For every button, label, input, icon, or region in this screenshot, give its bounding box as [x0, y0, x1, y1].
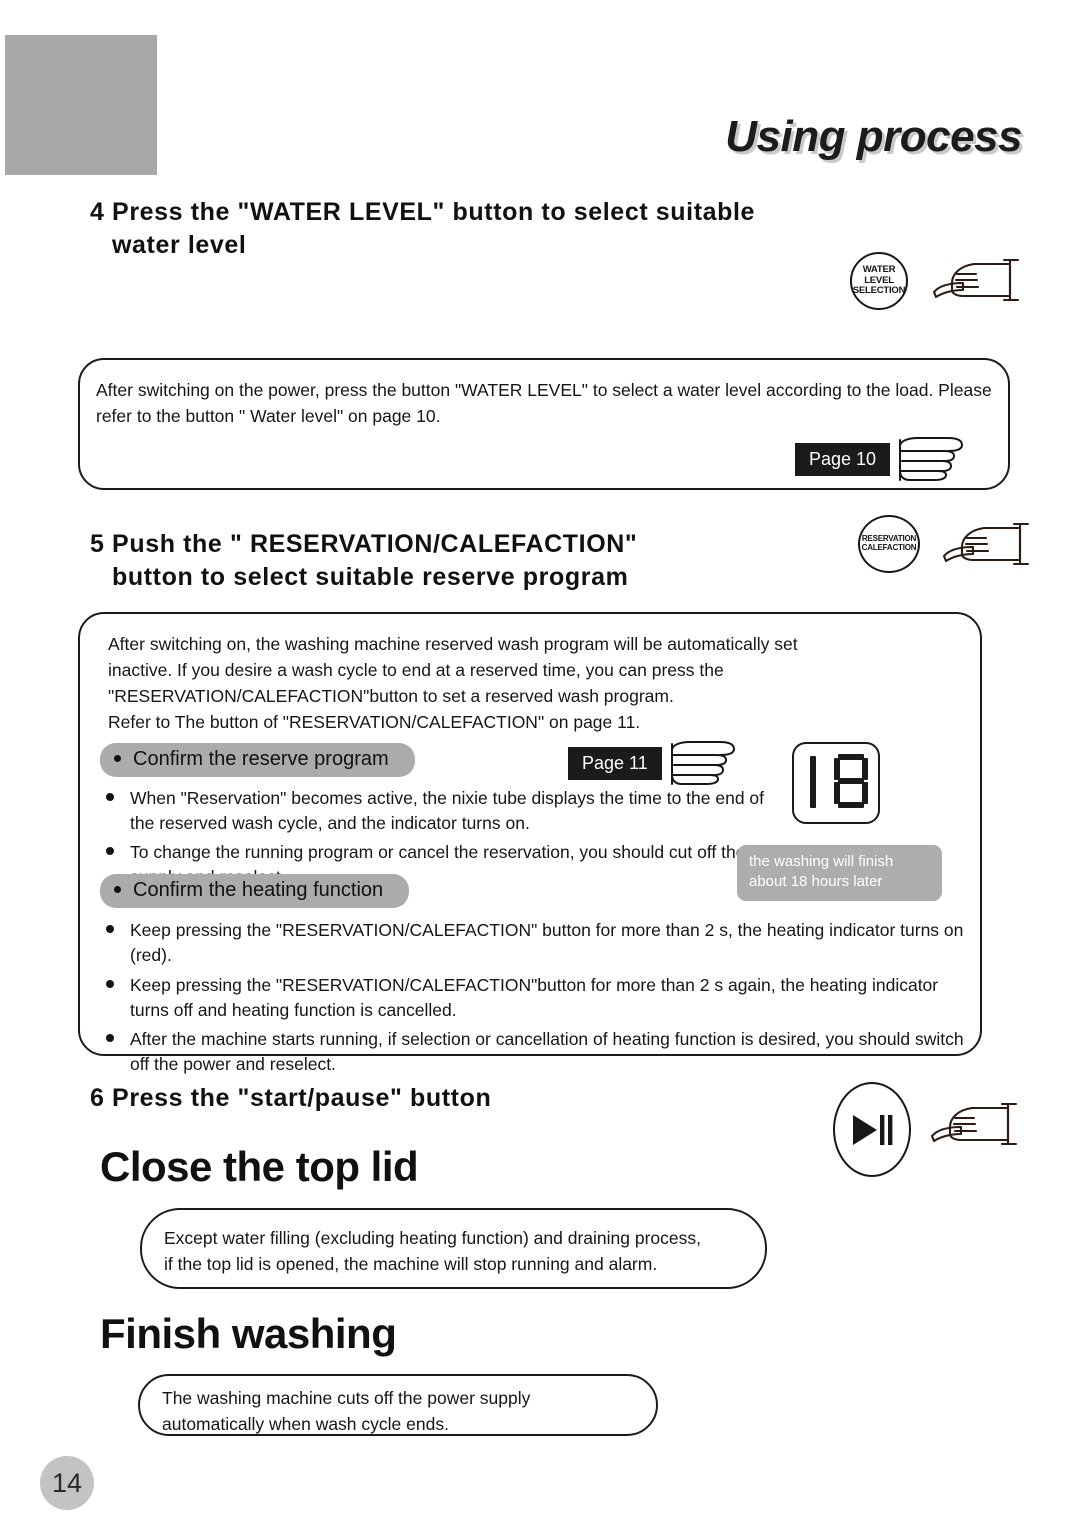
- step-4-heading-line1: 4 Press the "WATER LEVEL" button to sele…: [90, 198, 756, 226]
- step-6-heading: 6 Press the "start/pause" button: [90, 1082, 491, 1115]
- reserve-bullet-1: When "Reservation" becomes active, the n…: [130, 788, 765, 833]
- nixie-tooltip-line-2: about 18 hours later: [749, 873, 883, 891]
- page-number-badge: 14: [40, 1456, 94, 1510]
- seven-segment-digits: [810, 754, 868, 808]
- page-11-tag: Page 11: [568, 746, 662, 780]
- step-5-intro: After switching on, the washing machine …: [108, 632, 968, 736]
- water-level-selection-label-3: SELECTION: [852, 285, 906, 297]
- bullet-dot-icon: [106, 925, 114, 933]
- confirm-reserve-program-label: Confirm the reserve program: [100, 743, 415, 777]
- confirm-heating-function-text: Confirm the heating function: [133, 879, 384, 901]
- bullet-dot-icon: [106, 1034, 114, 1043]
- close-top-lid-text: Except water filling (excluding heating …: [164, 1226, 754, 1278]
- page-title: Using process: [725, 112, 1022, 161]
- finish-washing-line-1: The washing machine cuts off the power s…: [162, 1388, 531, 1408]
- pressing-hand-icon-3: [928, 1096, 1024, 1152]
- confirm-reserve-program-text: Confirm the reserve program: [133, 748, 389, 770]
- finish-washing-line-2: automatically when wash cycle ends.: [162, 1413, 449, 1434]
- nixie-tooltip: the washing will finish about 18 hours l…: [737, 845, 942, 901]
- nixie-tooltip-line-1: the washing will finish: [749, 853, 894, 870]
- step-4-heading-line2: water level: [112, 231, 247, 259]
- play-pause-icon: [853, 1114, 893, 1145]
- close-top-lid-line-2: if the top lid is opened, the machine wi…: [164, 1253, 658, 1274]
- finish-washing-headline: Finish washing: [100, 1310, 397, 1357]
- pointing-hand-icon-2: [670, 741, 735, 785]
- page-10-reference[interactable]: Page 10: [795, 436, 966, 482]
- reservation-calefaction-button[interactable]: RESERVATION CALEFACTION: [858, 515, 920, 573]
- step-5-intro-line-2: inactive. If you desire a wash cycle to …: [108, 659, 724, 680]
- pointing-hand-icon: [890, 437, 964, 481]
- step-5-heading: 5 Push the " RESERVATION/CALEFACTION" bu…: [90, 528, 637, 594]
- step-6-heading-line1: 6 Press the "start/pause" button: [90, 1084, 492, 1112]
- nixie-tube-display: [792, 742, 880, 824]
- confirm-heating-function-label: Confirm the heating function: [100, 874, 410, 908]
- step-5-heading-line2: button to select suitable reserve progra…: [112, 563, 629, 591]
- bullet-dot-icon: [114, 885, 121, 893]
- step-5-intro-line-1: After switching on, the washing machine …: [108, 634, 798, 654]
- bullet-dot-icon: [106, 846, 114, 855]
- header-gray-block: [5, 35, 157, 175]
- finish-washing-box: The washing machine cuts off the power s…: [138, 1374, 658, 1436]
- pressing-hand-icon: [930, 252, 1026, 308]
- page-11-reference[interactable]: Page 11: [568, 740, 738, 786]
- step-4-heading: 4 Press the "WATER LEVEL" button to sele…: [90, 196, 755, 262]
- finish-washing-text: The washing machine cuts off the power s…: [162, 1386, 652, 1438]
- list-item: When "Reservation" becomes active, the n…: [100, 786, 780, 836]
- close-top-lid-headline: Close the top lid: [100, 1143, 419, 1190]
- heating-bullet-3: After the machine starts running, if sel…: [130, 1029, 964, 1075]
- bullet-dot-icon: [106, 793, 114, 801]
- step-5-heading-line1: 5 Push the " RESERVATION/CALEFACTION": [90, 530, 638, 558]
- heating-bullet-2: Keep pressing the "RESERVATION/CALEFACTI…: [130, 974, 939, 1020]
- page-10-tag: Page 10: [795, 442, 891, 476]
- reservation-calefaction-label-2: CALEFACTION: [861, 543, 917, 552]
- page-number-value: 14: [51, 1467, 83, 1498]
- step-5-intro-line-4: Refer to The button of "RESERVATION/CALE…: [108, 711, 641, 732]
- heating-bullet-1: Keep pressing the "RESERVATION/CALEFACTI…: [130, 920, 964, 965]
- list-item: Keep pressing the "RESERVATION/CALEFACTI…: [100, 973, 968, 1023]
- list-item: Keep pressing the "RESERVATION/CALEFACTI…: [100, 918, 968, 968]
- list-item: After the machine starts running, if sel…: [100, 1027, 968, 1077]
- step-5-intro-line-3: "RESERVATION/CALEFACTION"button to set a…: [108, 685, 674, 706]
- heating-function-bullets: Keep pressing the "RESERVATION/CALEFACTI…: [100, 918, 968, 1077]
- close-top-lid-box: Except water filling (excluding heating …: [140, 1208, 767, 1289]
- step-4-info-text: After switching on the power, press the …: [96, 380, 992, 426]
- start-pause-button[interactable]: [833, 1082, 911, 1177]
- water-level-selection-button[interactable]: WATER LEVEL SELECTION: [850, 252, 908, 310]
- pressing-hand-icon-2: [940, 516, 1036, 572]
- close-top-lid-line-1: Except water filling (excluding heating …: [164, 1228, 701, 1248]
- bullet-dot-icon: [106, 979, 114, 988]
- bullet-dot-icon: [114, 754, 121, 762]
